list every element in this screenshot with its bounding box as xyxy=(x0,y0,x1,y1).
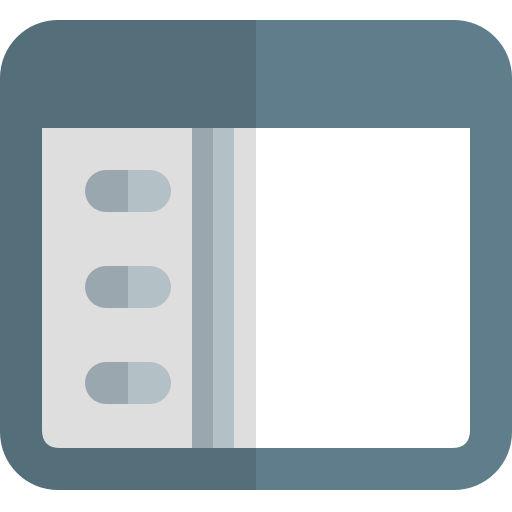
sidebar-item-3 xyxy=(85,362,171,404)
pill-right-half xyxy=(128,362,171,404)
pill-right-half xyxy=(128,266,171,308)
sidebar-layout-icon xyxy=(0,20,512,490)
sidebar-item-2 xyxy=(85,266,171,308)
sidebar-item-1 xyxy=(85,170,171,212)
sidebar-divider-dark xyxy=(192,128,213,448)
pill-left-half xyxy=(85,170,128,212)
pill-right-half xyxy=(128,170,171,212)
pill-left-half xyxy=(85,362,128,404)
sidebar-divider-light xyxy=(213,128,234,448)
icon-stage xyxy=(0,0,512,512)
pill-left-half xyxy=(85,266,128,308)
sidebar-items xyxy=(85,170,171,404)
content-panel xyxy=(256,128,470,448)
